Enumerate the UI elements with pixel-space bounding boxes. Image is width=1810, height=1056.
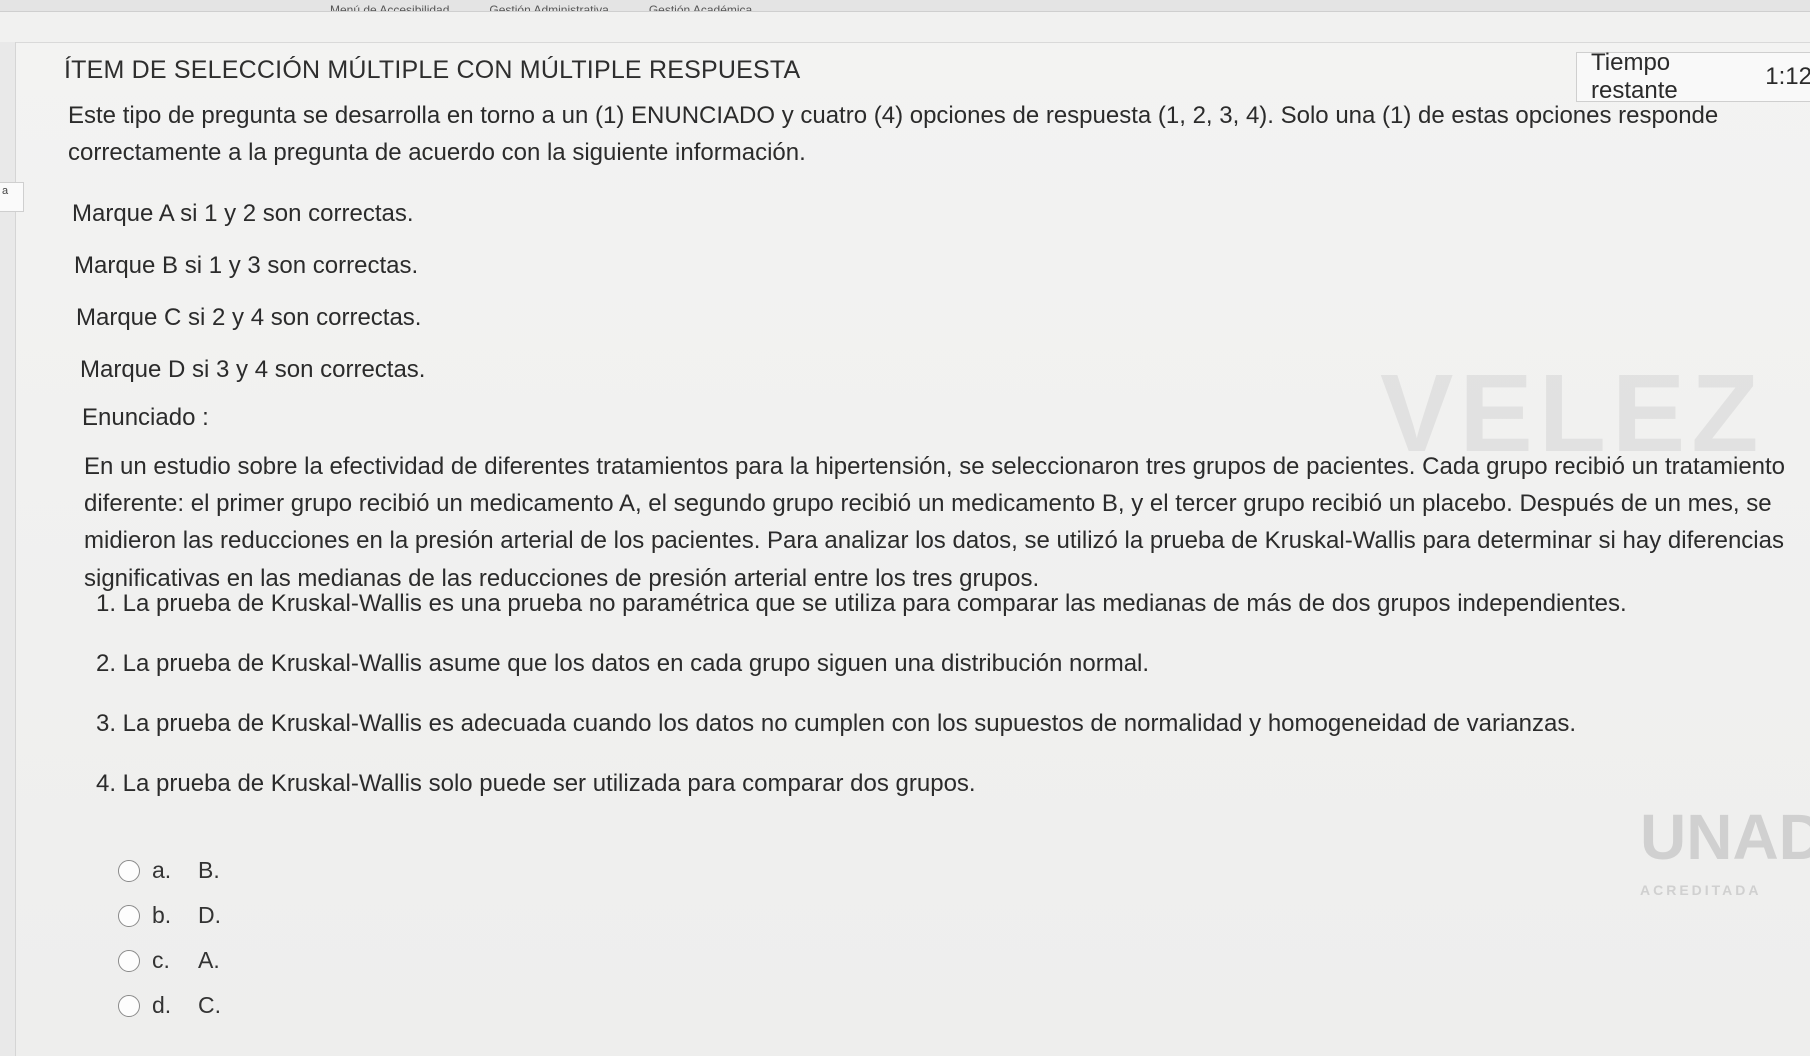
statement-1: 1. La prueba de Kruskal-Wallis es una pr… xyxy=(96,590,1627,617)
numbered-statements: 1. La prueba de Kruskal-Wallis es una pr… xyxy=(96,586,1796,826)
answer-value: D. xyxy=(198,902,221,928)
logo-subtext: ACREDITADA xyxy=(1640,882,1762,898)
answer-letter: c. xyxy=(152,947,170,973)
top-navigation-bar: Menú de Accesibilidad Gestión Administra… xyxy=(0,0,1810,12)
instructions-line-2: correctamente a la pregunta de acuerdo c… xyxy=(68,139,806,167)
nav-accesibilidad[interactable]: Menú de Accesibilidad xyxy=(330,4,449,11)
answer-letter: b. xyxy=(152,902,172,928)
rule-d: Marque D si 3 y 4 son correctas. xyxy=(80,356,426,383)
answer-option-a[interactable]: a. B. xyxy=(118,848,221,893)
answer-option-c[interactable]: c. A. xyxy=(118,938,221,983)
answer-value: A. xyxy=(198,947,220,973)
nav-gestion-administrativa[interactable]: Gestión Administrativa xyxy=(489,4,608,11)
radio-button[interactable] xyxy=(118,949,140,972)
rule-a: Marque A si 1 y 2 son correctas. xyxy=(72,200,414,227)
statement-3: 3. La prueba de Kruskal-Wallis es adecua… xyxy=(96,710,1577,737)
nav-gestion-academica[interactable]: Gestión Académica xyxy=(649,4,752,11)
statement-text: En un estudio sobre la efectividad de di… xyxy=(84,453,1786,592)
answer-letter: d. xyxy=(152,992,172,1018)
rule-b: Marque B si 1 y 3 son correctas. xyxy=(74,252,419,279)
answer-option-d[interactable]: d. C. xyxy=(118,983,221,1028)
radio-button[interactable] xyxy=(118,994,140,1017)
timer-value: 1:12 xyxy=(1765,63,1810,90)
timer-box: Tiempo restante 1:12 xyxy=(1576,49,1810,104)
timer-label: Tiempo restante xyxy=(1591,49,1678,104)
side-tab[interactable]: a xyxy=(0,182,24,212)
rule-c: Marque C si 2 y 4 son correctas. xyxy=(76,304,422,331)
answer-option-b[interactable]: b. D. xyxy=(118,893,221,938)
instructions-line-1: Este tipo de pregunta se desarrolla en t… xyxy=(68,102,1719,129)
answer-value: C. xyxy=(198,992,221,1018)
statement-2: 2. La prueba de Kruskal-Wallis asume que… xyxy=(96,650,1150,677)
answer-letter: a. xyxy=(152,857,172,883)
answer-options: a. B. b. D. c. A. d. C. xyxy=(118,848,221,1028)
unad-logo: UNAD ACREDITADA xyxy=(1640,800,1810,940)
radio-button[interactable] xyxy=(118,904,140,927)
radio-button[interactable] xyxy=(118,859,140,882)
instructions: Este tipo de pregunta se desarrolla en t… xyxy=(68,100,1768,168)
statement-4: 4. La prueba de Kruskal-Wallis solo pued… xyxy=(96,770,976,797)
logo-text: UNAD xyxy=(1640,801,1810,873)
question-heading: ÍTEM DE SELECCIÓN MÚLTIPLE CON MÚLTIPLE … xyxy=(64,56,801,84)
enunciado-label: Enunciado : xyxy=(82,404,209,431)
answer-value: B. xyxy=(198,857,220,883)
